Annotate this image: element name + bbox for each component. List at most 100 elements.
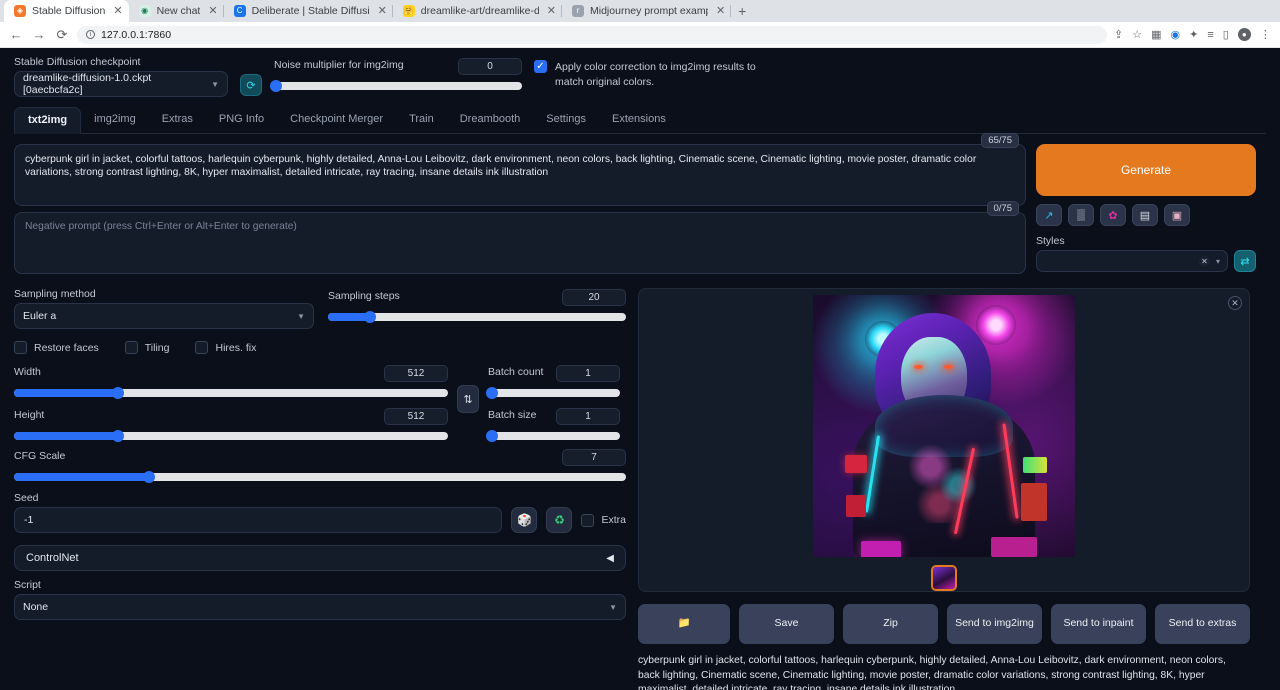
save-style-icon[interactable]: ▣ bbox=[1164, 204, 1190, 226]
tiling-toggle[interactable]: Tiling bbox=[125, 341, 170, 354]
tab-extras[interactable]: Extras bbox=[149, 107, 206, 133]
browser-tab-1[interactable]: ◉ New chat ✕ bbox=[129, 0, 224, 22]
back-icon[interactable]: ← bbox=[8, 27, 24, 42]
browser-tab-0[interactable]: ◈ Stable Diffusion ✕ bbox=[4, 0, 129, 22]
bookmark-star-icon[interactable]: ☆ bbox=[1132, 28, 1142, 41]
forward-icon[interactable]: → bbox=[31, 27, 47, 42]
dice-icon[interactable]: 🎲 bbox=[511, 507, 537, 533]
share-icon[interactable]: ⇪ bbox=[1114, 28, 1123, 41]
styles-select[interactable]: ✕ ▾ bbox=[1036, 250, 1228, 272]
restore-faces-toggle[interactable]: Restore faces bbox=[14, 341, 99, 354]
browser-tab-2[interactable]: C Deliberate | Stable Diffusion Che ✕ bbox=[224, 0, 393, 22]
result-thumbnail[interactable] bbox=[931, 565, 957, 591]
script-select[interactable]: None ▼ bbox=[14, 594, 626, 620]
tab-dreambooth[interactable]: Dreambooth bbox=[447, 107, 534, 133]
height-input[interactable]: 512 bbox=[384, 408, 448, 425]
batch-count-slider[interactable] bbox=[488, 389, 620, 397]
height-slider[interactable] bbox=[14, 432, 448, 440]
batch-count-input[interactable]: 1 bbox=[556, 365, 620, 382]
address-bar-url: 127.0.0.1:7860 bbox=[101, 29, 171, 41]
width-input[interactable]: 512 bbox=[384, 365, 448, 382]
send-to-img2img-button[interactable]: Send to img2img bbox=[947, 604, 1042, 644]
checkpoint-block: Stable Diffusion checkpoint dreamlike-di… bbox=[14, 56, 228, 97]
width-slider[interactable] bbox=[14, 389, 448, 397]
tiling-checkbox[interactable] bbox=[125, 341, 138, 354]
tab-settings[interactable]: Settings bbox=[533, 107, 599, 133]
clear-styles-icon[interactable]: ✕ bbox=[1199, 256, 1210, 267]
sampling-steps-slider[interactable] bbox=[328, 313, 626, 321]
close-icon[interactable]: ✕ bbox=[1228, 296, 1242, 310]
controlnet-accordion[interactable]: ControlNet ◀ bbox=[14, 545, 626, 571]
hires-fix-checkbox[interactable] bbox=[195, 341, 208, 354]
chevron-down-icon: ▼ bbox=[609, 603, 617, 612]
reload-icon[interactable]: ⟳ bbox=[54, 27, 70, 43]
color-correction-row[interactable]: Apply color correction to img2img result… bbox=[534, 56, 764, 90]
chevron-left-icon[interactable]: ◀ bbox=[606, 553, 614, 564]
close-icon[interactable]: ✕ bbox=[547, 6, 556, 17]
tab-train[interactable]: Train bbox=[396, 107, 447, 133]
cfg-input[interactable]: 7 bbox=[562, 449, 626, 466]
cfg-slider[interactable] bbox=[14, 473, 626, 481]
generate-button[interactable]: Generate bbox=[1036, 144, 1256, 196]
recycle-icon[interactable]: ♻ bbox=[546, 507, 572, 533]
negative-prompt-input[interactable]: Negative prompt (press Ctrl+Enter or Alt… bbox=[25, 221, 1015, 232]
checkpoint-select[interactable]: dreamlike-diffusion-1.0.ckpt [0aecbcfa2c… bbox=[14, 71, 228, 97]
side-panel-icon[interactable]: ▯ bbox=[1223, 28, 1229, 41]
more-menu-icon[interactable]: ⋮ bbox=[1260, 28, 1271, 41]
chevron-down-icon[interactable]: ▾ bbox=[1216, 257, 1220, 266]
extra-toggle[interactable]: Extra bbox=[581, 514, 626, 527]
profile-circle-icon[interactable]: ◉ bbox=[1171, 28, 1181, 41]
seed-input[interactable]: -1 bbox=[14, 507, 502, 533]
send-to-inpaint-button[interactable]: Send to inpaint bbox=[1051, 604, 1146, 644]
refresh-checkpoint-button[interactable]: ⟳ bbox=[240, 74, 262, 96]
noise-header: Noise multiplier for img2img 0 bbox=[274, 58, 522, 75]
sampling-steps-block: Sampling steps 20 bbox=[328, 288, 626, 329]
negative-prompt-box[interactable]: 0/75 Negative prompt (press Ctrl+Enter o… bbox=[14, 212, 1026, 274]
color-correction-checkbox[interactable] bbox=[534, 60, 547, 73]
positive-prompt-input[interactable]: cyberpunk girl in jacket, colorful tatto… bbox=[25, 153, 1015, 179]
extra-checkbox[interactable] bbox=[581, 514, 594, 527]
trash-icon[interactable]: ▒ bbox=[1068, 204, 1094, 226]
extra-label: Extra bbox=[601, 514, 626, 526]
tab-png-info[interactable]: PNG Info bbox=[206, 107, 277, 133]
sampling-steps-input[interactable]: 20 bbox=[562, 289, 626, 306]
send-to-extras-button[interactable]: Send to extras bbox=[1155, 604, 1250, 644]
sampling-row: Sampling method Euler a ▼ Sampling steps… bbox=[14, 288, 626, 329]
tab-img2img[interactable]: img2img bbox=[81, 107, 149, 133]
hires-fix-toggle[interactable]: Hires. fix bbox=[195, 341, 256, 354]
positive-prompt-box[interactable]: 65/75 cyberpunk girl in jacket, colorful… bbox=[14, 144, 1026, 206]
browser-tab-3[interactable]: 🤗 dreamlike-art/dreamlike-diffusio ✕ bbox=[393, 0, 562, 22]
address-bar[interactable]: i 127.0.0.1:7860 bbox=[77, 26, 1107, 44]
arrow-up-icon[interactable]: ↗ bbox=[1036, 204, 1062, 226]
close-icon[interactable]: ✕ bbox=[378, 6, 387, 17]
site-info-icon[interactable]: i bbox=[86, 30, 95, 39]
clipboard-icon[interactable]: ▤ bbox=[1132, 204, 1158, 226]
zip-button[interactable]: Zip bbox=[843, 604, 938, 644]
noise-slider[interactable] bbox=[274, 82, 522, 90]
tab-checkpoint-merger[interactable]: Checkpoint Merger bbox=[277, 107, 396, 133]
noise-value-input[interactable]: 0 bbox=[458, 58, 522, 75]
paint-icon[interactable]: ✿ bbox=[1100, 204, 1126, 226]
new-tab-button[interactable]: + bbox=[731, 0, 753, 22]
apply-style-button[interactable]: ⇄ bbox=[1234, 250, 1256, 272]
browser-tab-4[interactable]: r Midjourney prompt examples : L ✕ bbox=[562, 0, 731, 22]
tab-txt2img[interactable]: txt2img bbox=[14, 107, 81, 134]
batch-size-input[interactable]: 1 bbox=[556, 408, 620, 425]
swap-icon[interactable]: ⇅ bbox=[457, 385, 479, 413]
save-button[interactable]: Save bbox=[739, 604, 834, 644]
sampling-method-select[interactable]: Euler a ▼ bbox=[14, 303, 314, 329]
restore-faces-checkbox[interactable] bbox=[14, 341, 27, 354]
open-folder-button[interactable]: 📁 bbox=[638, 604, 730, 644]
close-icon[interactable]: ✕ bbox=[716, 6, 725, 17]
generated-image[interactable] bbox=[813, 295, 1075, 557]
batch-size-header: Batch size 1 bbox=[488, 408, 620, 425]
tab-extensions[interactable]: Extensions bbox=[599, 107, 679, 133]
reading-list-icon[interactable]: ≡ bbox=[1207, 29, 1213, 41]
close-icon[interactable]: ✕ bbox=[208, 6, 217, 17]
avatar[interactable]: ● bbox=[1238, 28, 1251, 41]
close-icon[interactable]: ✕ bbox=[113, 6, 122, 17]
extension-puzzle-icon[interactable]: ✦ bbox=[1189, 28, 1198, 41]
extensions-icon[interactable]: ▦ bbox=[1151, 28, 1161, 41]
checkpoint-label: Stable Diffusion checkpoint bbox=[14, 56, 228, 68]
batch-size-slider[interactable] bbox=[488, 432, 620, 440]
